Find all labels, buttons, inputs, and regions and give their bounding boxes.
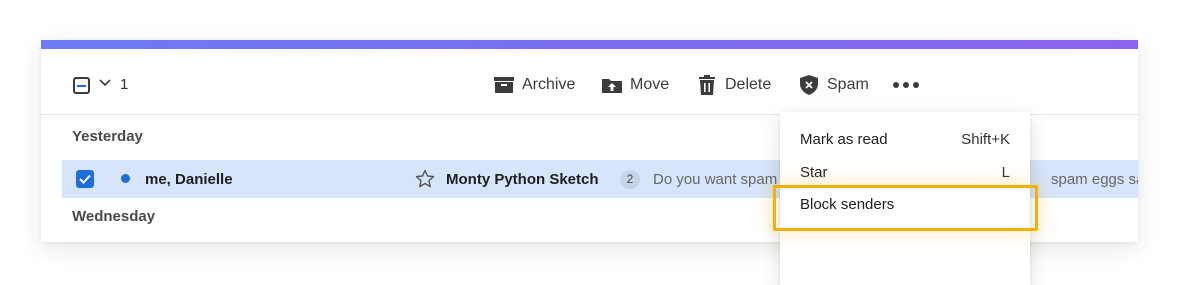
menu-item-label: Star — [800, 164, 828, 181]
accent-bar — [41, 40, 1138, 49]
menu-item-mark-as-read[interactable]: Mark as read Shift+K — [780, 125, 1030, 155]
checkmark-icon — [79, 174, 91, 184]
delete-label: Delete — [725, 76, 772, 93]
more-actions-icon[interactable] — [893, 82, 919, 90]
thread-count-badge: 2 — [620, 170, 640, 189]
archive-icon — [494, 77, 514, 93]
spam-button[interactable]: Spam — [798, 70, 869, 100]
spam-label: Spam — [827, 76, 869, 93]
star-icon[interactable] — [415, 169, 435, 189]
unread-dot-icon — [121, 174, 130, 183]
shield-x-icon — [800, 75, 818, 95]
archive-label: Archive — [522, 76, 576, 93]
message-checkbox[interactable] — [76, 170, 94, 188]
move-folder-icon — [602, 79, 622, 93]
menu-item-shortcut: L — [1001, 164, 1010, 181]
selected-count: 1 — [120, 76, 129, 93]
move-label: Move — [630, 76, 670, 93]
dot — [893, 82, 899, 88]
select-all-checkbox[interactable] — [73, 77, 90, 94]
menu-item-shortcut: Shift+K — [961, 131, 1010, 148]
mail-toolbar: 1 Archive Move Delete Spam — [41, 49, 1138, 115]
highlight-frame — [773, 185, 1038, 231]
group-header-yesterday: Yesterday — [72, 128, 143, 145]
menu-item-star[interactable]: Star L — [780, 158, 1030, 188]
dot — [913, 82, 919, 88]
delete-button[interactable]: Delete — [696, 70, 771, 100]
message-subject: Monty Python Sketch — [446, 171, 599, 188]
move-button[interactable]: Move — [601, 70, 669, 100]
message-snippet: Do you want spam — [653, 171, 778, 188]
message-snippet-tail: spam eggs saus — [1051, 171, 1138, 188]
trash-icon — [699, 75, 715, 95]
group-header-wednesday: Wednesday — [72, 208, 156, 225]
menu-item-label: Mark as read — [800, 131, 888, 148]
chevron-down-icon[interactable] — [99, 76, 111, 90]
message-sender: me, Danielle — [145, 171, 233, 188]
dot — [903, 82, 909, 88]
archive-button[interactable]: Archive — [493, 70, 575, 100]
